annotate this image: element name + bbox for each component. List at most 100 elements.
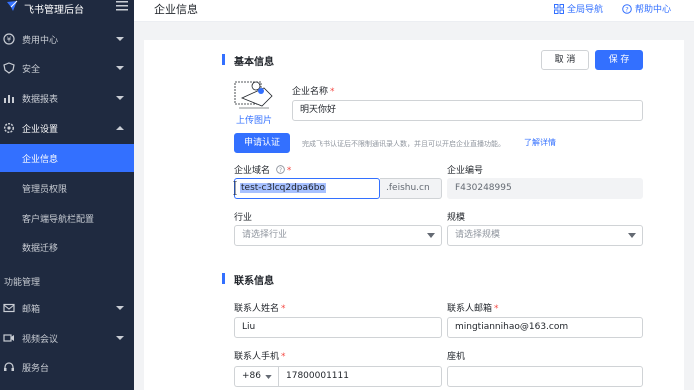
company-name-input[interactable]: 明天你好 xyxy=(292,100,643,121)
sidebar: 飞书管理后台 ¥ 费用中心 安全 数据报表 企业设置 企业信息 管理员权限 客户… xyxy=(0,0,134,390)
sidebar-item-security[interactable]: 安全 xyxy=(0,54,134,82)
chevron-down-icon xyxy=(116,66,124,70)
company-id-value: F430248995 xyxy=(447,178,643,199)
sidebar-item-mail[interactable]: 邮箱 xyxy=(0,294,134,322)
domain-suffix: .feishu.cn xyxy=(380,178,442,199)
help-center-link[interactable]: ? 帮助中心 xyxy=(622,2,671,15)
sidebar-item-label: 服务台 xyxy=(22,364,50,374)
contact-email-label: 联系人邮箱 * xyxy=(447,301,499,314)
cancel-button[interactable]: 取 消 xyxy=(541,50,589,70)
learn-more-link[interactable]: 了解详情 xyxy=(524,137,556,148)
page-title: 企业信息 xyxy=(154,3,198,16)
sidebar-item-billing[interactable]: ¥ 费用中心 xyxy=(0,25,134,53)
upload-image-link[interactable]: 上传图片 xyxy=(236,113,272,126)
sidebar-item-label: 企业设置 xyxy=(22,125,59,135)
text-cursor-icon xyxy=(233,181,237,195)
scale-select-placeholder: 请选择规模 xyxy=(455,230,501,240)
landline-label: 座机 xyxy=(447,352,466,362)
sidebar-item-company-settings[interactable]: 企业设置 xyxy=(0,114,134,142)
sidebar-item-client-nav-config[interactable]: 客户端导航栏配置 xyxy=(0,204,134,232)
sidebar-item-data-migration[interactable]: 数据迁移 xyxy=(0,233,134,261)
top-header: 企业信息 全局导航 ? 帮助中心 xyxy=(134,0,694,22)
headset-icon xyxy=(4,362,14,371)
sidebar-item-label: 数据报表 xyxy=(22,95,59,105)
contact-phone-input[interactable]: 17800001111 xyxy=(278,366,442,387)
sidebar-item-reports[interactable]: 数据报表 xyxy=(0,84,134,112)
scale-select[interactable]: 请选择规模 xyxy=(447,225,643,246)
sidebar-item-label: 视频会议 xyxy=(22,335,59,345)
sidebar-item-label: 数据迁移 xyxy=(22,244,59,254)
feishu-logo-icon xyxy=(7,0,18,11)
industry-select[interactable]: 请选择行业 xyxy=(234,225,442,246)
chevron-down-icon xyxy=(116,306,124,310)
sidebar-item-label: 客户端导航栏配置 xyxy=(22,215,95,225)
company-name-label-text: 企业名称 xyxy=(292,87,329,97)
chevron-down-icon xyxy=(116,336,124,340)
company-name-label: 企业名称 * xyxy=(292,84,335,97)
sidebar-item-label: 安全 xyxy=(22,65,41,75)
contact-name-label: 联系人姓名 * xyxy=(234,301,286,314)
chevron-down-icon xyxy=(116,96,124,100)
required-mark: * xyxy=(330,87,335,97)
contact-info-title: 联系信息 xyxy=(222,272,274,287)
contact-name-label-text: 联系人姓名 xyxy=(234,304,280,314)
required-mark: * xyxy=(281,304,286,314)
landline-input[interactable] xyxy=(447,366,643,387)
scale-label: 规模 xyxy=(447,213,466,223)
contact-email-input[interactable]: mingtiannihao@163.com xyxy=(447,317,643,338)
company-info-card: 基本信息 取 消 保 存 上传图片 企业名称 * 明天你好 申请认证 完成飞书认证… xyxy=(144,40,684,390)
company-id-label: 企业编号 xyxy=(447,166,484,176)
chart-icon xyxy=(4,95,14,103)
chevron-down-icon xyxy=(628,233,636,238)
video-icon xyxy=(3,334,14,342)
shield-icon xyxy=(3,62,15,74)
brand-title: 飞书管理后台 xyxy=(24,5,84,16)
sidebar-item-label: 邮箱 xyxy=(22,305,41,315)
help-icon[interactable]: ? xyxy=(276,165,285,174)
global-nav-link[interactable]: 全局导航 xyxy=(554,2,603,15)
chevron-up-icon xyxy=(116,126,124,130)
help-icon: ? xyxy=(622,4,632,14)
domain-label-text: 企业域名 xyxy=(234,166,271,176)
grid-icon xyxy=(554,4,564,14)
industry-label: 行业 xyxy=(234,213,253,223)
sidebar-item-label: 管理员权限 xyxy=(22,185,68,195)
phone-country-code: +86 xyxy=(242,371,261,381)
sidebar-item-company-info[interactable]: 企业信息 xyxy=(0,144,134,172)
domain-input[interactable]: test-c3lcq2dpa6bo xyxy=(234,178,380,199)
gear-icon xyxy=(3,122,15,134)
contact-phone-label: 联系人手机 * xyxy=(234,349,286,362)
sidebar-item-service-desk[interactable]: 服务台 xyxy=(0,353,134,381)
sidebar-item-label: 企业信息 xyxy=(22,155,59,165)
svg-text:¥: ¥ xyxy=(7,36,12,44)
sidebar-item-label: 费用中心 xyxy=(22,36,59,46)
basic-info-title: 基本信息 xyxy=(222,53,274,68)
contact-name-input[interactable]: Liu xyxy=(234,317,442,338)
chevron-down-icon xyxy=(265,375,272,379)
industry-select-placeholder: 请选择行业 xyxy=(242,230,288,240)
mail-icon xyxy=(3,303,15,313)
coin-icon: ¥ xyxy=(3,33,15,45)
sidebar-group-label: 功能管理 xyxy=(4,278,41,288)
required-mark: * xyxy=(286,166,292,176)
svg-text:?: ? xyxy=(279,168,282,174)
sidebar-item-admin-permissions[interactable]: 管理员权限 xyxy=(0,174,134,202)
certification-hint: 完成飞书认证后不限制通讯录人数，并且可以开启企业直播功能。 xyxy=(302,140,505,148)
contact-phone-label-text: 联系人手机 xyxy=(234,352,280,362)
help-center-label: 帮助中心 xyxy=(635,5,672,15)
save-button[interactable]: 保 存 xyxy=(595,50,643,70)
chevron-down-icon xyxy=(116,37,124,41)
required-mark: * xyxy=(281,352,286,362)
phone-country-code-select[interactable]: +86 xyxy=(234,366,278,387)
apply-certification-button[interactable]: 申请认证 xyxy=(234,133,290,153)
brand: 飞书管理后台 xyxy=(0,0,134,18)
svg-text:?: ? xyxy=(625,6,628,14)
sidebar-item-video-meeting[interactable]: 视频会议 xyxy=(0,324,134,352)
menu-collapse-icon[interactable] xyxy=(116,1,128,11)
main-content: 基本信息 取 消 保 存 上传图片 企业名称 * 明天你好 申请认证 完成飞书认证… xyxy=(134,22,694,390)
chevron-down-icon xyxy=(427,233,435,238)
required-mark: * xyxy=(494,304,499,314)
global-nav-label: 全局导航 xyxy=(567,5,604,15)
contact-email-label-text: 联系人邮箱 xyxy=(447,304,493,314)
domain-input-value: test-c3lcq2dpa6bo xyxy=(240,183,326,193)
